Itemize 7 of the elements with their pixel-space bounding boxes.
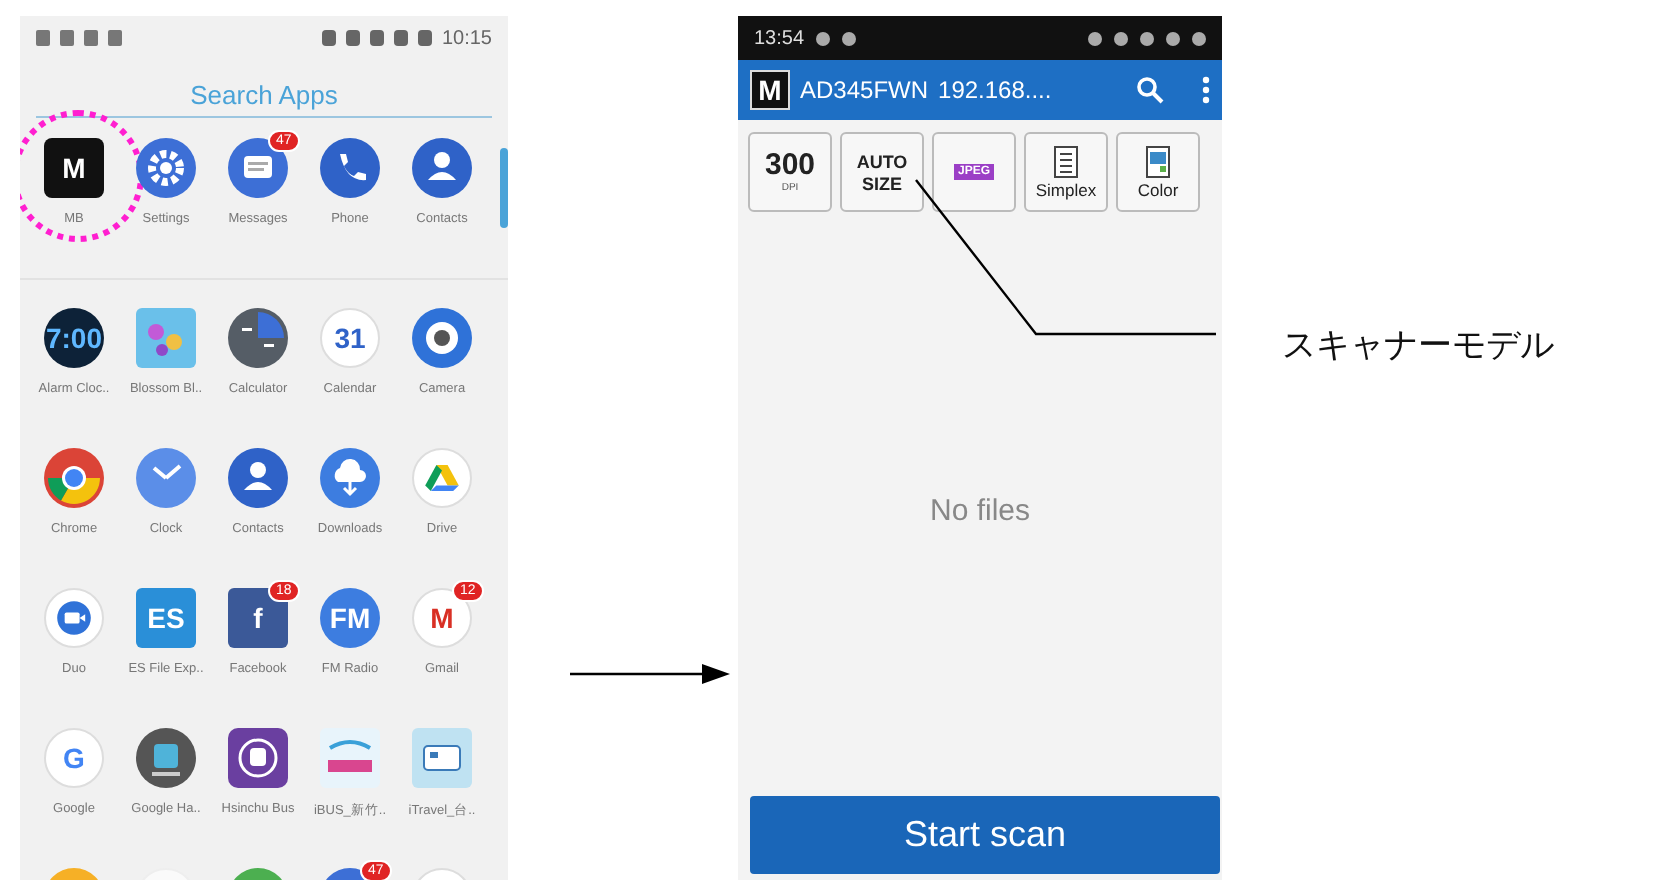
scanner-model: AD345FWN [800,76,929,104]
app-logo: M [750,70,790,110]
ip-address: 192.168.... [938,76,1052,104]
empty-message: No files [929,493,1031,527]
clock-time: 10:15 [441,27,492,49]
callout-label: スキャナーモデル [1282,326,1554,364]
clock-time: 13:54 [754,27,805,49]
